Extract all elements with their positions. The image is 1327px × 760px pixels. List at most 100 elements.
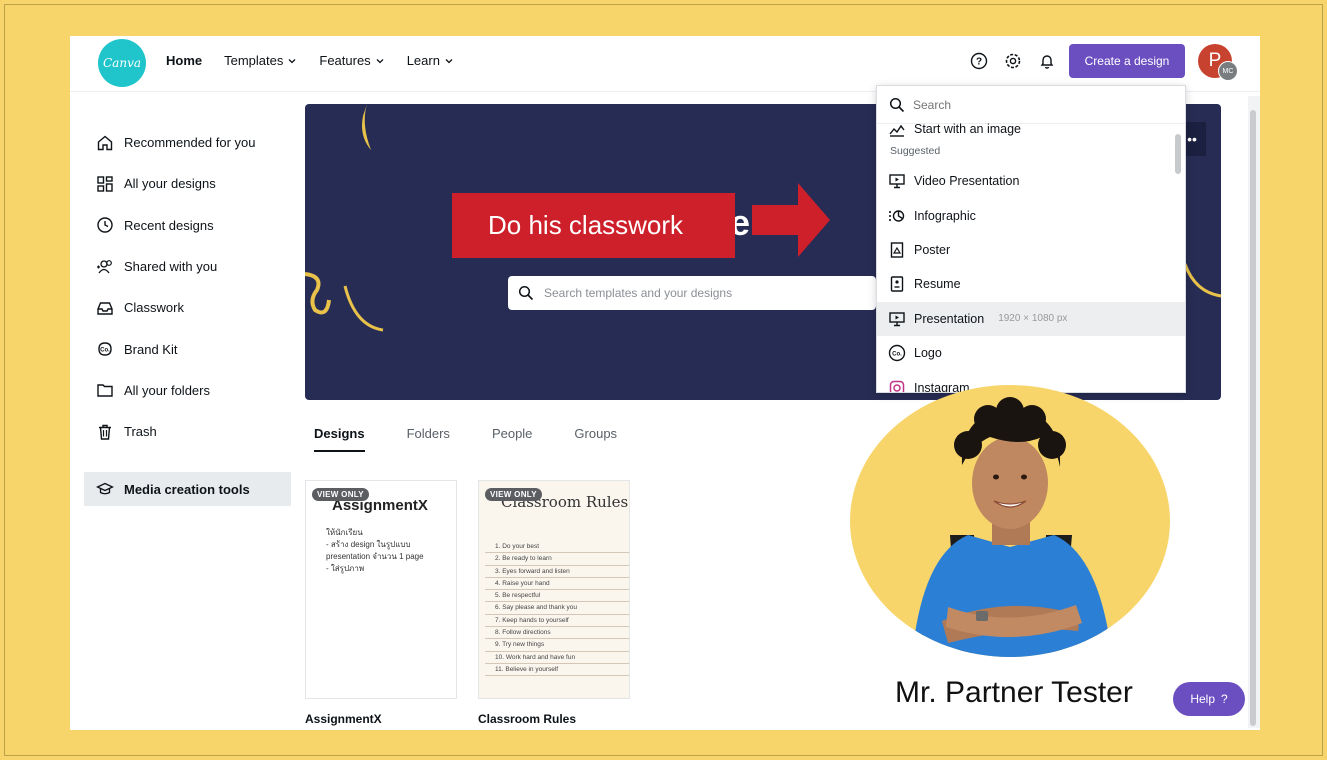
- sidebar-item-folders[interactable]: All your folders: [84, 370, 294, 411]
- dropdown-item-video-presentation[interactable]: Video Presentation: [877, 164, 1185, 198]
- resume-icon: [890, 276, 904, 293]
- chevron-down-icon: [376, 58, 384, 63]
- dropdown-item-label: Video Presentation: [914, 174, 1020, 189]
- infographic-icon: [889, 209, 905, 222]
- rule-line: 6. Say please and thank you: [485, 602, 629, 615]
- sidebar-item-label: Media creation tools: [124, 481, 250, 497]
- sidebar-item-media-creation-tools[interactable]: Media creation tools: [84, 472, 291, 506]
- hero-search-bar[interactable]: Search templates and your designs: [508, 276, 876, 310]
- rule-line: 1. Do your best: [485, 541, 629, 554]
- dropdown-item-label: Infographic: [914, 208, 976, 223]
- gear-icon[interactable]: [1002, 50, 1024, 72]
- search-icon: [889, 97, 905, 112]
- tab-people[interactable]: People: [492, 426, 532, 452]
- people-icon: [97, 259, 112, 273]
- dropdown-item-label: Resume: [914, 277, 961, 292]
- chevron-down-icon: [288, 58, 296, 63]
- tab-folders[interactable]: Folders: [407, 426, 450, 452]
- folder-icon: [97, 384, 113, 398]
- sidebar-item-classwork[interactable]: Classwork: [84, 287, 294, 328]
- help-circle-icon[interactable]: ?: [968, 50, 990, 72]
- person-name-caption: Mr. Partner Tester: [895, 676, 1133, 709]
- logo-icon: Co.: [888, 344, 906, 362]
- brand-kit-icon: Co.: [98, 342, 112, 356]
- nav-features[interactable]: Features: [319, 53, 384, 68]
- help-button[interactable]: Help ?: [1173, 682, 1245, 716]
- presentation-icon: [889, 174, 905, 189]
- create-design-dropdown: Start with an image Suggested Video Pres…: [876, 85, 1186, 393]
- view-only-badge: VIEW ONLY: [312, 488, 369, 501]
- graduation-cap-icon: [96, 482, 114, 495]
- rule-line: 5. Be respectful: [485, 590, 629, 603]
- callout-text: Do his classwork: [488, 210, 684, 240]
- design-preview-body: ให้นักเรียน - สร้าง design ในรูปแบบ pres…: [326, 528, 424, 573]
- dropdown-scrollbar[interactable]: [1175, 134, 1181, 174]
- instagram-icon: [889, 380, 905, 392]
- question-icon: ?: [1221, 692, 1228, 706]
- dropdown-search-input[interactable]: [913, 97, 1153, 112]
- dropdown-item-label: Poster: [914, 242, 951, 257]
- top-bar: Canva Home Templates Features Learn ? Cr…: [70, 36, 1260, 92]
- nav-home[interactable]: Home: [166, 53, 202, 68]
- sidebar-item-shared[interactable]: Shared with you: [84, 246, 294, 287]
- sidebar-item-label: All your folders: [124, 382, 210, 398]
- home-icon: [97, 135, 113, 150]
- sidebar-item-trash[interactable]: Trash: [84, 411, 294, 452]
- image-chart-icon: [889, 124, 905, 137]
- nav-learn[interactable]: Learn: [407, 53, 454, 68]
- poster-icon: [890, 242, 904, 258]
- dropdown-item-poster[interactable]: Poster: [877, 233, 1185, 267]
- sidebar-item-label: All your designs: [124, 176, 216, 192]
- sidebar-item-recommended[interactable]: Recommended for you: [84, 122, 294, 163]
- person-photo: [850, 385, 1170, 657]
- help-label: Help: [1190, 692, 1215, 706]
- sidebar-item-label: Trash: [124, 424, 157, 440]
- tab-groups[interactable]: Groups: [574, 426, 617, 452]
- nav-templates-label: Templates: [224, 53, 284, 68]
- nav-templates[interactable]: Templates: [224, 53, 297, 68]
- svg-text:Co.: Co.: [892, 351, 902, 357]
- dropdown-item-presentation[interactable]: Presentation 1920 × 1080 px: [877, 301, 1185, 336]
- sidebar-item-all-designs[interactable]: All your designs: [84, 163, 294, 204]
- design-name[interactable]: AssignmentX: [305, 712, 382, 726]
- dropdown-item-infographic[interactable]: Infographic: [877, 198, 1185, 232]
- svg-text:Co.: Co.: [100, 347, 110, 353]
- dropdown-item-dimensions: 1920 × 1080 px: [998, 313, 1068, 325]
- inbox-icon: [97, 302, 113, 315]
- clock-icon: [97, 217, 113, 233]
- dropdown-item-start-with-image[interactable]: Start with an image: [877, 120, 1185, 138]
- rule-line: 3. Eyes forward and listen: [485, 566, 629, 578]
- content-tabs: Designs Folders People Groups: [314, 426, 617, 452]
- sidebar-item-label: Recommended for you: [124, 135, 256, 151]
- sidebar-item-label: Brand Kit: [124, 341, 178, 357]
- dropdown-item-resume[interactable]: Resume: [877, 267, 1185, 301]
- design-card-classroom-rules[interactable]: Classroom Rules VIEW ONLY 1. Do your bes…: [478, 480, 630, 699]
- presentation-icon: [889, 312, 905, 326]
- callout-banner: Do his classwork: [452, 193, 735, 258]
- main-nav: Home Templates Features Learn: [166, 53, 454, 68]
- dropdown-section-label: Suggested: [890, 145, 941, 157]
- tab-designs[interactable]: Designs: [314, 426, 365, 452]
- rule-line: 11. Believe in yourself: [485, 664, 629, 677]
- canva-logo[interactable]: Canva: [98, 39, 146, 87]
- student-illustration: [912, 397, 1112, 657]
- dropdown-item-label: Logo: [914, 346, 942, 361]
- team-badge: MC: [1218, 61, 1238, 81]
- sidebar-item-recent[interactable]: Recent designs: [84, 205, 294, 246]
- sidebar: Recommended for you All your designs Rec…: [84, 122, 294, 452]
- hero-search-placeholder: Search templates and your designs: [544, 286, 733, 300]
- dropdown-item-label: Start with an image: [914, 122, 1021, 136]
- dropdown-item-label: Presentation: [914, 311, 985, 326]
- create-design-button[interactable]: Create a design: [1069, 44, 1185, 78]
- sidebar-item-label: Shared with you: [124, 259, 218, 275]
- sidebar-item-label: Recent designs: [124, 217, 214, 233]
- bell-icon[interactable]: [1036, 50, 1058, 72]
- design-card-assignmentx[interactable]: AssignmentX VIEW ONLY ให้นักเรียน - สร้า…: [305, 480, 457, 699]
- svg-text:?: ?: [976, 57, 982, 68]
- rule-line: 10. Work hard and have fun: [485, 652, 629, 664]
- sidebar-item-brand-kit[interactable]: Co. Brand Kit: [84, 328, 294, 369]
- grid-icon: [97, 176, 113, 192]
- page-scrollbar-thumb[interactable]: [1250, 110, 1256, 726]
- design-name[interactable]: Classroom Rules: [478, 712, 576, 726]
- dropdown-item-logo[interactable]: Co. Logo: [877, 336, 1185, 370]
